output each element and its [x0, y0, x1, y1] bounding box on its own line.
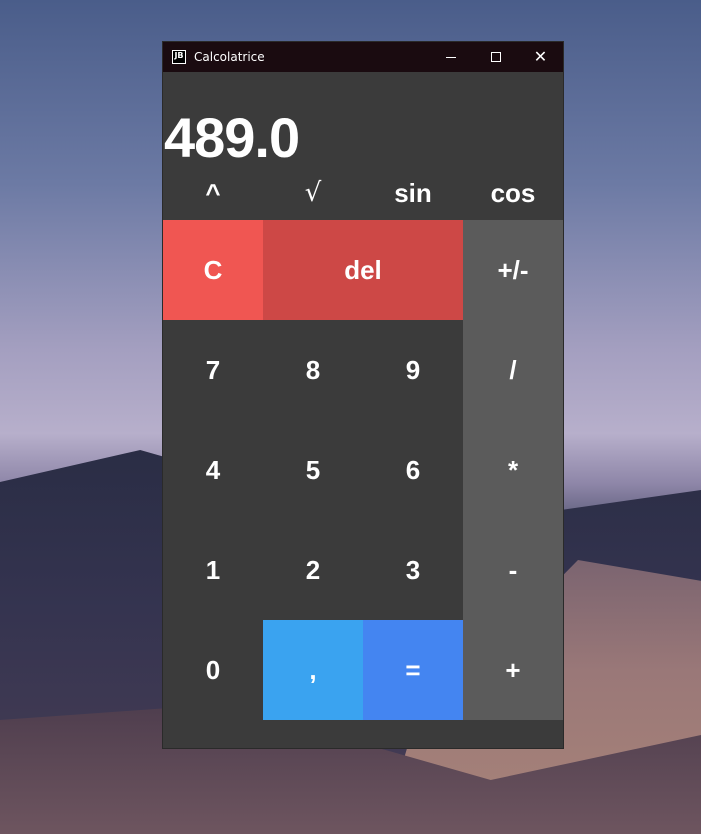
- cos-button[interactable]: cos: [463, 166, 563, 220]
- digit-0-button[interactable]: 0: [163, 620, 263, 720]
- comma-button[interactable]: ,: [263, 620, 363, 720]
- sign-toggle-button[interactable]: +/-: [463, 220, 563, 320]
- minimize-button[interactable]: [428, 42, 473, 72]
- sqrt-button[interactable]: √: [263, 166, 363, 220]
- delete-button[interactable]: del: [263, 220, 463, 320]
- minimize-icon: [445, 56, 456, 58]
- power-button[interactable]: ^: [163, 166, 263, 220]
- maximize-button[interactable]: [473, 42, 518, 72]
- window-title: Calcolatrice: [194, 50, 265, 64]
- app-icon: JB: [172, 50, 186, 64]
- divide-button[interactable]: /: [463, 320, 563, 420]
- close-button[interactable]: ✕: [518, 42, 563, 72]
- maximize-icon: [490, 52, 501, 62]
- digit-1-button[interactable]: 1: [163, 520, 263, 620]
- keypad: C del +/- 7 8 9 / 4 5 6 * 1 2 3 - 0 , = …: [163, 220, 563, 720]
- title-bar[interactable]: JB Calcolatrice ✕: [163, 42, 563, 72]
- digit-6-button[interactable]: 6: [363, 420, 463, 520]
- display-value: 489.0: [164, 106, 300, 169]
- digit-7-button[interactable]: 7: [163, 320, 263, 420]
- digit-8-button[interactable]: 8: [263, 320, 363, 420]
- digit-4-button[interactable]: 4: [163, 420, 263, 520]
- plus-button[interactable]: +: [463, 620, 563, 720]
- close-icon: ✕: [533, 47, 548, 66]
- clear-button[interactable]: C: [163, 220, 263, 320]
- minus-button[interactable]: -: [463, 520, 563, 620]
- digit-2-button[interactable]: 2: [263, 520, 363, 620]
- digit-3-button[interactable]: 3: [363, 520, 463, 620]
- calculator-window: JB Calcolatrice ✕ 489.0 ^ √ sin cos C de…: [162, 41, 564, 749]
- digit-5-button[interactable]: 5: [263, 420, 363, 520]
- scientific-row: ^ √ sin cos: [163, 166, 563, 220]
- multiply-button[interactable]: *: [463, 420, 563, 520]
- equals-button[interactable]: =: [363, 620, 463, 720]
- digit-9-button[interactable]: 9: [363, 320, 463, 420]
- sin-button[interactable]: sin: [363, 166, 463, 220]
- calculator-display: 489.0: [163, 72, 563, 166]
